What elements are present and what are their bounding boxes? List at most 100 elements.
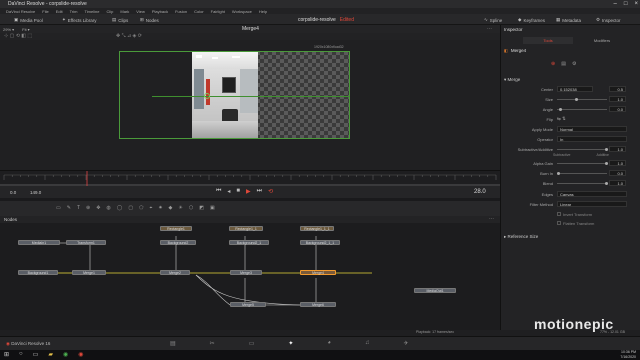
taskbar-clock[interactable]: 10:36 PM 7/16/2020 (620, 350, 636, 360)
alpha-gain-slider[interactable] (557, 161, 608, 165)
chrome-icon[interactable]: ◉ (63, 351, 68, 358)
angle-input[interactable]: 0.0 (609, 106, 626, 112)
polygon-tool-icon[interactable]: ⬠ (139, 205, 143, 211)
reference-size-section[interactable]: ▸ Reference Size (504, 234, 538, 240)
play-icon[interactable]: ▶ (246, 188, 251, 195)
keyframes-button[interactable]: ◆ Keyframes (518, 17, 545, 23)
step-back-icon[interactable]: ◂ (227, 188, 230, 195)
menu-item[interactable]: Help (259, 9, 267, 14)
blend-slider[interactable] (557, 181, 608, 185)
flip-icons[interactable]: ⇆ ⇅ (557, 116, 566, 122)
node-background2-1-1[interactable]: Background2_1_1 (300, 240, 340, 245)
menu-item[interactable]: DaVinci Resolve (6, 9, 35, 14)
cut-page-icon[interactable]: ✂ (210, 340, 215, 347)
node-background1[interactable]: Background1 (18, 270, 58, 275)
color-page-icon[interactable]: ◕ (327, 340, 331, 347)
merge-section-header[interactable]: ▾ Merge (504, 77, 520, 83)
effects-library-button[interactable]: ✦ Effects Library (62, 17, 96, 23)
merge-transform-gizmo[interactable] (119, 51, 350, 139)
render-end-field[interactable]: 149.0 (30, 190, 41, 195)
zoom-select[interactable]: 29% ▾ (3, 27, 14, 32)
merge-settings-icon[interactable]: ⊕ (551, 61, 555, 67)
clips-button[interactable]: ▤ Clips (112, 17, 128, 23)
edit-page-icon[interactable]: ▭ (249, 340, 255, 347)
menu-item[interactable]: Fusion (175, 9, 187, 14)
current-time[interactable]: 28.0 (474, 189, 486, 195)
transform-tool-icons[interactable]: ✥ ⤡ ⊿ ◈ ⟳ (116, 33, 142, 39)
menu-item[interactable]: Edit (56, 9, 63, 14)
loop-icon[interactable]: ⟲ (268, 188, 273, 195)
viewer-options-icon[interactable]: ⋯ (487, 26, 492, 32)
fusion-page-icon[interactable]: ✦ (288, 340, 293, 347)
center-y-input[interactable]: 0.5 (609, 86, 626, 92)
node-merge2[interactable]: Merge2 (160, 270, 190, 275)
size-slider[interactable] (557, 97, 607, 101)
viewer[interactable]: 1920x1080xfloat32 (0, 33, 500, 170)
render-start-field[interactable]: 0.0 (10, 190, 16, 195)
menu-item[interactable]: Trim (70, 9, 78, 14)
center-x-input[interactable]: 0.152038 (557, 86, 593, 92)
flatten-transform-checkbox[interactable] (557, 221, 561, 225)
node-transform1[interactable]: Transform1 (66, 240, 106, 245)
nodes-options-icon[interactable]: ⋯ (489, 216, 494, 222)
operator-select[interactable]: In (557, 136, 627, 142)
fit-select[interactable]: Fit ▾ (22, 27, 30, 32)
node-rectangle1-1[interactable]: Rectangle1_1 (229, 226, 263, 231)
search-icon[interactable]: ○ (19, 351, 23, 358)
menu-item[interactable]: Timeline (85, 9, 100, 14)
menu-item[interactable]: Workspace (232, 9, 252, 14)
close-icon[interactable]: × (634, 1, 638, 7)
minimize-icon[interactable]: – (614, 1, 617, 7)
node-rectangle1[interactable]: Rectangle1 (160, 226, 192, 231)
blend-input[interactable]: 1.0 (609, 180, 626, 186)
metadata-button[interactable]: ▦ Metadata (556, 17, 581, 23)
apply-mode-select[interactable]: Normal (557, 126, 627, 132)
node-rectangle1-1-1[interactable]: Rectangle1_1_1 (300, 226, 334, 231)
node-merge1[interactable]: Merge1 (72, 270, 106, 275)
node-merge6[interactable]: Merge6 (300, 302, 336, 307)
menu-item[interactable]: Fairlight (211, 9, 225, 14)
burn-in-slider[interactable] (557, 171, 607, 175)
text-tool-icon[interactable]: T (77, 205, 80, 211)
nodes-button[interactable]: ⊞ Nodes (140, 17, 159, 23)
alpha-gain-input[interactable]: 1.0 (609, 160, 626, 166)
transform-tool-icon[interactable]: ✥ (96, 205, 100, 211)
go-to-start-icon[interactable]: ⏮ (216, 188, 221, 195)
edges-select[interactable]: Canvas (557, 191, 627, 197)
viewer-tool-icons[interactable]: ⊹ ▢ ⟲ ◧ ⬚ (4, 33, 32, 39)
node-background2-1[interactable]: Background2_1 (229, 240, 269, 245)
invert-transform-checkbox[interactable] (557, 212, 561, 216)
merge-tool-icon[interactable]: ⊕ (86, 205, 90, 211)
3d-tool-icon[interactable]: ⬡ (189, 205, 193, 211)
timeline-ruler[interactable] (0, 170, 500, 187)
node-merge5[interactable]: Merge5 (230, 302, 266, 307)
light-tool-icon[interactable]: ☀ (178, 205, 182, 211)
resolve-taskbar-icon[interactable]: ◉ (78, 351, 83, 358)
menu-item[interactable]: Clip (106, 9, 113, 14)
render-tool-icon[interactable]: ▣ (210, 205, 215, 211)
angle-slider[interactable] (557, 107, 607, 111)
file-explorer-icon[interactable]: ▰ (48, 351, 53, 358)
media-page-icon[interactable]: ▤ (170, 340, 176, 347)
node-mediain1[interactable]: MediaIn1 (18, 240, 60, 245)
menu-item[interactable]: Playback (152, 9, 168, 14)
background-tool-icon[interactable]: ▭ (56, 205, 61, 211)
stop-icon[interactable]: ■ (236, 188, 240, 195)
media-pool-button[interactable]: ▣ Media Pool (14, 17, 43, 23)
node-merge4[interactable]: Merge4 (300, 270, 336, 275)
deliver-page-icon[interactable]: ✈ (404, 340, 409, 347)
size-input[interactable]: 1.0 (609, 96, 626, 102)
subtractive-additive-slider[interactable] (557, 147, 608, 151)
inspector-button[interactable]: ⚙ Inspector (596, 17, 621, 23)
gizmo-center-handle[interactable] (204, 93, 210, 99)
node-background2[interactable]: Background2 (160, 240, 196, 245)
burn-in-input[interactable]: 0.0 (609, 170, 626, 176)
paint-tool-icon[interactable]: ✎ (67, 205, 71, 211)
node-mediaout1[interactable]: MediaOut1 (414, 288, 456, 293)
task-view-icon[interactable]: ▭ (33, 351, 39, 358)
node-merge3[interactable]: Merge3 (230, 270, 262, 275)
tab-tools[interactable]: Tools (523, 37, 573, 44)
menu-item[interactable]: Mark (120, 9, 129, 14)
filter-method-select[interactable]: Linear (557, 201, 627, 207)
menu-item[interactable]: File (42, 9, 48, 14)
